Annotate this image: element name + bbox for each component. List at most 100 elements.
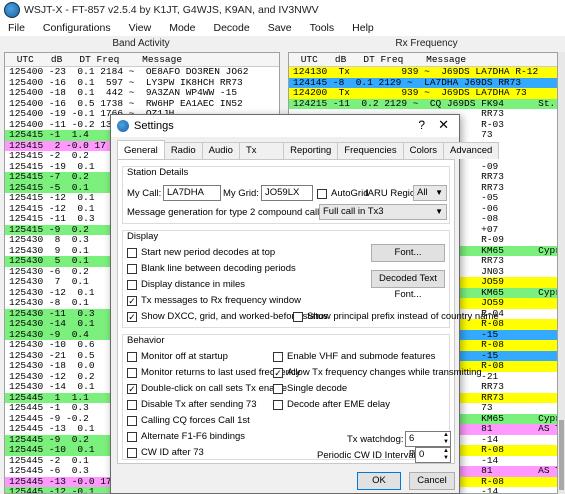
autogrid-box[interactable] xyxy=(317,188,327,199)
cw-id-label: CW ID after 73 xyxy=(141,447,204,458)
distance-miles-box[interactable] xyxy=(127,279,137,290)
double-click-checkbox[interactable]: ✓ Double-click on call sets Tx enable xyxy=(127,383,287,394)
decoded-font-button[interactable]: Decoded Text Font... xyxy=(371,270,445,300)
alternate-bindings-box[interactable] xyxy=(127,431,137,442)
close-icon[interactable]: ✕ xyxy=(438,117,449,133)
band-activity-row[interactable]: 125400 -16 0.1 597 ~ LY3PW IK8HCH RR73 xyxy=(5,77,279,88)
double-click-label: Double-click on call sets Tx enable xyxy=(141,383,288,394)
principal-prefix-box[interactable] xyxy=(293,311,303,322)
band-activity-row[interactable]: 125400 -16 0.5 1738 ~ RW6HP EA1AEC IN52 xyxy=(5,98,279,109)
tab-advanced[interactable]: Advanced xyxy=(443,142,500,159)
disable-tx-label: Disable Tx after sending 73 xyxy=(141,399,257,410)
rx-frequency-row[interactable]: 124130 Tx 939 ~ J69DS LA7DHA R-12 xyxy=(289,67,557,78)
blank-line-box[interactable] xyxy=(127,263,137,274)
allow-tx-change-label: Allow Tx frequency changes while transmi… xyxy=(287,367,482,378)
rx-frequency-row[interactable]: 124200 Tx 939 ~ J69DS LA7DHA 73 xyxy=(289,88,557,99)
monitor-off-label: Monitor off at startup xyxy=(141,351,228,362)
monitor-off-box[interactable] xyxy=(127,351,137,362)
app-icon xyxy=(4,2,20,18)
display-group: Display Start new period decodes at top … xyxy=(122,230,499,328)
ok-button[interactable]: OK xyxy=(357,472,401,490)
window-title: WSJT-X - FT-857 v2.5.4 by K1JT, G4WJS, K… xyxy=(24,4,319,16)
tx-to-rx-checkbox[interactable]: ✓ Tx messages to Rx frequency window xyxy=(127,295,301,306)
calling-cq-box[interactable] xyxy=(127,415,137,426)
calling-cq-checkbox[interactable]: Calling CQ forces Call 1st xyxy=(127,415,250,426)
mygrid-input[interactable]: JO59LX xyxy=(261,185,313,201)
menu-tools[interactable]: Tools xyxy=(310,22,335,34)
font-button[interactable]: Font... xyxy=(371,244,445,262)
rx-frequency-row[interactable]: 124215 -11 0.2 2129 ~ CQ J69DS FK94 St. … xyxy=(289,98,557,109)
tab-reporting[interactable]: Reporting xyxy=(283,142,339,159)
station-details-title: Station Details xyxy=(127,167,189,178)
alternate-bindings-checkbox[interactable]: Alternate F1-F6 bindings xyxy=(127,431,245,442)
behavior-group: Behavior Monitor off at startup Monitor … xyxy=(122,334,482,463)
settings-title: Settings xyxy=(134,120,174,132)
band-activity-row[interactable]: 125400 -18 0.1 442 ~ 9A3ZAN WP4WW -15 xyxy=(5,88,279,99)
tx-to-rx-box[interactable]: ✓ xyxy=(127,295,137,306)
title-bar: WSJT-X - FT-857 v2.5.4 by K1JT, G4WJS, K… xyxy=(0,0,565,20)
blank-line-checkbox[interactable]: Blank line between decoding periods xyxy=(127,263,296,274)
cw-interval-spinbox[interactable]: 0 ▲ ▼ xyxy=(415,447,451,463)
tab-radio[interactable]: Radio xyxy=(163,142,203,159)
monitor-returns-box[interactable] xyxy=(127,367,137,378)
double-click-box[interactable]: ✓ xyxy=(127,383,137,394)
menu-help[interactable]: Help xyxy=(352,22,374,34)
allow-tx-change-box[interactable]: ✓ xyxy=(273,367,283,378)
tab-audio[interactable]: Audio xyxy=(201,142,240,159)
tab-general[interactable]: General xyxy=(117,140,165,159)
help-button[interactable]: ? xyxy=(418,118,425,132)
single-decode-box[interactable] xyxy=(273,383,283,394)
menu-configurations[interactable]: Configurations xyxy=(43,22,111,34)
eme-delay-checkbox[interactable]: Decode after EME delay xyxy=(273,399,390,410)
alternate-bindings-label: Alternate F1-F6 bindings xyxy=(141,431,246,442)
eme-delay-box[interactable] xyxy=(273,399,283,410)
enable-vhf-box[interactable] xyxy=(273,351,283,362)
tx-watchdog-spinbox[interactable]: 6 minutes ▲▼ xyxy=(405,431,451,458)
start-new-period-checkbox[interactable]: Start new period decodes at top xyxy=(127,247,275,258)
iaru-region-select[interactable]: All ▼ xyxy=(413,185,447,201)
single-decode-checkbox[interactable]: Single decode xyxy=(273,383,347,394)
tab-frequencies[interactable]: Frequencies xyxy=(337,142,404,159)
settings-app-icon xyxy=(117,120,129,132)
autogrid-checkbox[interactable]: AutoGrid xyxy=(317,188,369,199)
menu-mode[interactable]: Mode xyxy=(169,22,195,34)
enable-vhf-label: Enable VHF and submode features xyxy=(287,351,436,362)
start-new-period-box[interactable] xyxy=(127,247,137,258)
show-dxcc-box[interactable]: ✓ xyxy=(127,311,137,322)
tab-tx-macros[interactable]: Tx Macros xyxy=(238,142,285,172)
eme-delay-label: Decode after EME delay xyxy=(287,399,390,410)
allow-tx-change-checkbox[interactable]: ✓ Allow Tx frequency changes while trans… xyxy=(273,367,482,378)
cw-id-checkbox[interactable]: CW ID after 73 xyxy=(127,447,204,458)
tab-colors[interactable]: Colors xyxy=(402,142,445,159)
blank-line-label: Blank line between decoding periods xyxy=(141,263,296,274)
settings-title-bar: Settings ? ✕ xyxy=(111,115,459,137)
menu-bar: File Configurations View Mode Decode Sav… xyxy=(0,20,565,36)
disable-tx-box[interactable] xyxy=(127,399,137,410)
mycall-label: My Call: xyxy=(127,188,162,199)
distance-miles-checkbox[interactable]: Display distance in miles xyxy=(127,279,245,290)
menu-file[interactable]: File xyxy=(8,22,25,34)
disable-tx-checkbox[interactable]: Disable Tx after sending 73 xyxy=(127,399,256,410)
rx-scrollbar-thumb[interactable] xyxy=(559,420,564,490)
menu-view[interactable]: View xyxy=(129,22,152,34)
rx-frequency-row[interactable]: 124145 -8 0.1 2129 ~ LA7DHA J69DS RR73 xyxy=(289,77,557,88)
monitor-off-checkbox[interactable]: Monitor off at startup xyxy=(127,351,228,362)
cw-id-box[interactable] xyxy=(127,447,137,458)
band-activity-header: UTC dB DT Freq Message xyxy=(5,53,279,67)
menu-decode[interactable]: Decode xyxy=(213,22,249,34)
rx-frequency-label: Rx Frequency xyxy=(395,38,458,49)
mygrid-label: My Grid: xyxy=(223,188,259,199)
msggen-value: Full call in Tx3 xyxy=(323,206,384,217)
calling-cq-label: Calling CQ forces Call 1st xyxy=(141,415,250,426)
station-details-group: Station Details My Call: LA7DHA My Grid:… xyxy=(122,166,450,224)
general-tab-page: Station Details My Call: LA7DHA My Grid:… xyxy=(117,159,499,464)
chevron-down-icon: ▼ xyxy=(435,188,443,197)
band-activity-row[interactable]: 125400 -23 0.1 2184 ~ OE8AFO DO3REN JO62 xyxy=(5,67,279,78)
enable-vhf-checkbox[interactable]: Enable VHF and submode features xyxy=(273,351,435,362)
mycall-input[interactable]: LA7DHA xyxy=(163,185,221,201)
msggen-select[interactable]: Full call in Tx3 ▼ xyxy=(319,204,447,220)
menu-save[interactable]: Save xyxy=(268,22,292,34)
principal-prefix-label: Show principal prefix instead of country… xyxy=(307,311,499,322)
cancel-button[interactable]: Cancel xyxy=(409,472,455,490)
principal-prefix-checkbox[interactable]: Show principal prefix instead of country… xyxy=(293,311,499,322)
